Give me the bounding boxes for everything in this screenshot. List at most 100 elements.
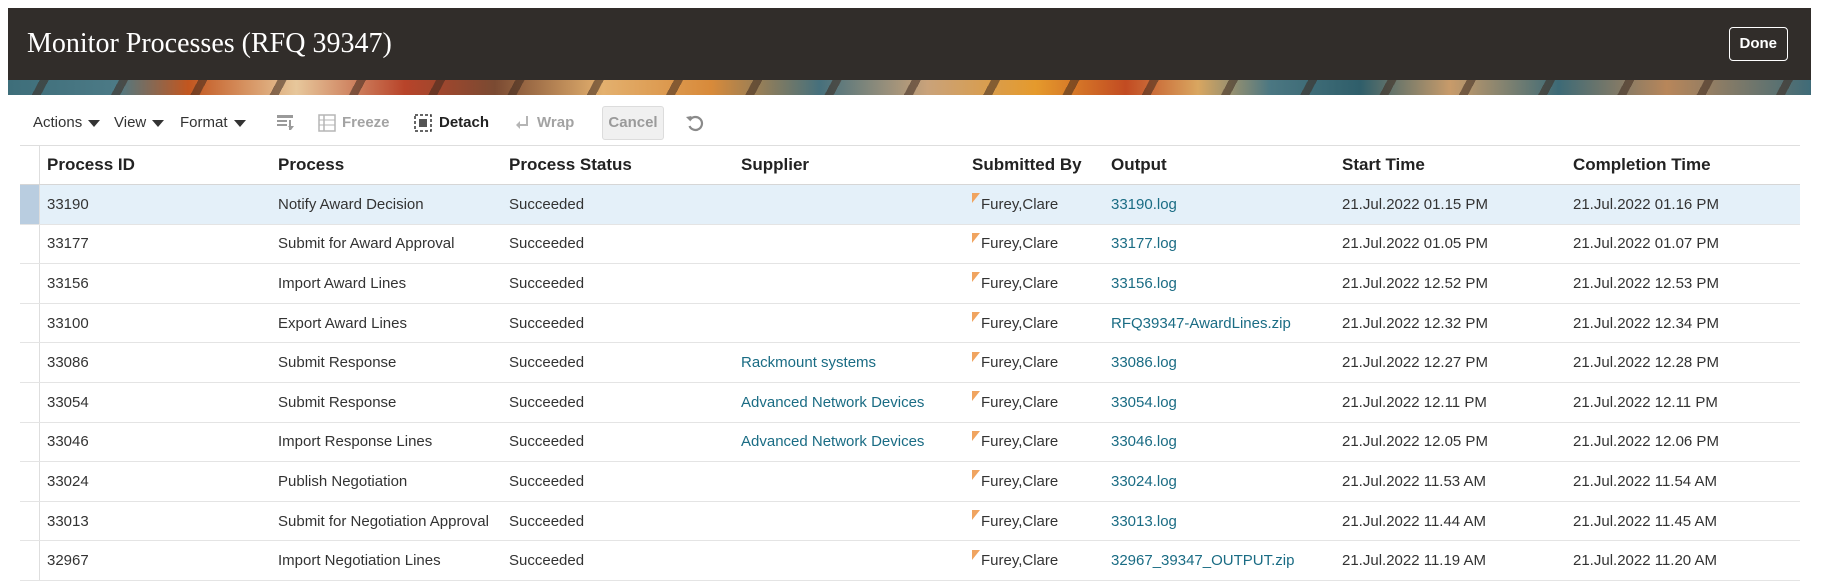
row-selector[interactable] <box>20 423 39 462</box>
detach-button[interactable]: Detach <box>413 105 489 141</box>
table-row[interactable]: 33013 Submit for Negotiation Approval Succ… <box>20 501 1800 542</box>
process-name-cell: Submit Response <box>278 354 397 372</box>
table-row[interactable]: 33190 Notify Award Decision Succeeded Furey… <box>20 185 1800 225</box>
table-row[interactable]: 32967 Import Negotiation Lines Succeeded Fu… <box>20 541 1800 581</box>
column-header-output[interactable]: Output <box>1111 146 1167 184</box>
freeze-button[interactable]: Freeze <box>318 105 390 141</box>
start-time-cell: 21.Jul.2022 01.05 PM <box>1342 235 1488 253</box>
process-id-cell: 33190 <box>47 195 89 213</box>
columns-button[interactable] <box>276 105 304 141</box>
column-header-process[interactable]: Process <box>278 146 344 184</box>
process-name-cell: Submit Response <box>278 393 397 411</box>
table-row[interactable]: 33100 Export Award Lines Succeeded Furey,Cl… <box>20 303 1800 344</box>
row-selector[interactable] <box>20 541 39 580</box>
done-button[interactable]: Done <box>1728 27 1788 61</box>
start-time-cell: 21.Jul.2022 01.15 PM <box>1342 195 1488 213</box>
submitted-by-cell: Furey,Clare <box>972 423 1058 462</box>
submitted-by-name: Furey,Clare <box>981 195 1059 213</box>
submitted-by-name: Furey,Clare <box>981 354 1059 372</box>
process-table: Process ID Process Process Status Suppli… <box>20 145 1800 581</box>
output-link[interactable]: 33013.log <box>1111 502 1177 541</box>
row-gutter <box>39 224 40 264</box>
supplier-link[interactable]: Rackmount systems <box>741 343 876 382</box>
output-link[interactable]: 32967_39347_OUTPUT.zip <box>1111 541 1294 580</box>
flag-icon <box>972 470 980 481</box>
supplier-link[interactable]: Advanced Network Devices <box>741 423 924 462</box>
start-time-cell: 21.Jul.2022 12.11 PM <box>1342 393 1487 411</box>
row-gutter <box>39 185 40 224</box>
table-toolbar: Actions View Format Freeze Detach Wrap C… <box>20 105 1800 141</box>
process-id-cell: 33156 <box>47 274 89 292</box>
column-header-process-id[interactable]: Process ID <box>47 146 135 184</box>
row-gutter <box>39 382 40 422</box>
process-name-cell: Import Negotiation Lines <box>278 552 441 570</box>
process-name-cell: Import Award Lines <box>278 274 407 292</box>
page-header: Monitor Processes (RFQ 39347) Done <box>8 8 1811 80</box>
completion-time-cell: 21.Jul.2022 01.07 PM <box>1573 235 1719 253</box>
start-time-cell: 21.Jul.2022 11.19 AM <box>1342 552 1486 570</box>
output-link[interactable]: 33156.log <box>1111 264 1177 303</box>
start-time-cell: 21.Jul.2022 12.32 PM <box>1342 314 1488 332</box>
format-menu[interactable]: Format <box>180 105 246 141</box>
row-selector[interactable] <box>20 383 39 422</box>
row-selector[interactable] <box>20 343 39 382</box>
chevron-down-icon <box>88 119 101 127</box>
flag-icon <box>972 391 980 402</box>
detach-label: Detach <box>439 114 490 131</box>
submitted-by-name: Furey,Clare <box>981 274 1059 292</box>
process-status-cell: Succeeded <box>509 354 585 372</box>
process-status-cell: Succeeded <box>509 314 585 332</box>
supplier-link[interactable]: Advanced Network Devices <box>741 383 924 422</box>
column-header-supplier[interactable]: Supplier <box>741 146 809 184</box>
row-selector[interactable] <box>20 462 39 501</box>
output-link[interactable]: 33086.log <box>1111 343 1177 382</box>
submitted-by-name: Furey,Clare <box>981 433 1059 451</box>
wrap-button[interactable]: Wrap <box>513 105 574 141</box>
detach-icon <box>414 114 432 132</box>
process-id-cell: 33054 <box>47 393 89 411</box>
wrap-icon <box>516 116 528 130</box>
table-row[interactable]: 33054 Submit Response Succeeded Advanced Ne… <box>20 382 1800 423</box>
process-name-cell: Import Response Lines <box>278 433 433 451</box>
output-link[interactable]: 33190.log <box>1111 185 1177 224</box>
table-header-row: Process ID Process Process Status Suppli… <box>20 146 1800 185</box>
actions-menu[interactable]: Actions <box>33 105 101 141</box>
table-row[interactable]: 33156 Import Award Lines Succeeded Furey,Cl… <box>20 264 1800 304</box>
table-row[interactable]: 33046 Import Response Lines Succeeded Advan… <box>20 422 1800 463</box>
column-header-completion-time[interactable]: Completion Time <box>1573 146 1711 184</box>
table-row[interactable]: 33086 Submit Response Succeeded Rackmount s… <box>20 343 1800 383</box>
submitted-by-cell: Furey,Clare <box>972 541 1058 580</box>
start-time-cell: 21.Jul.2022 12.05 PM <box>1342 433 1488 451</box>
output-link[interactable]: 33054.log <box>1111 383 1177 422</box>
submitted-by-name: Furey,Clare <box>981 235 1059 253</box>
row-selector[interactable] <box>20 185 39 224</box>
refresh-button[interactable] <box>684 105 706 141</box>
process-name-cell: Submit for Negotiation Approval <box>278 512 489 530</box>
row-selector[interactable] <box>20 502 39 541</box>
cancel-button[interactable]: Cancel <box>602 106 664 140</box>
flag-icon <box>972 351 980 362</box>
process-id-cell: 33100 <box>47 314 89 332</box>
output-link[interactable]: 33177.log <box>1111 225 1177 264</box>
column-header-submitted-by[interactable]: Submitted By <box>972 146 1082 184</box>
column-header-process-status[interactable]: Process Status <box>509 146 632 184</box>
row-gutter <box>39 462 40 501</box>
table-row[interactable]: 33177 Submit for Award Approval Succeeded F… <box>20 224 1800 265</box>
output-link[interactable]: 33046.log <box>1111 423 1177 462</box>
view-menu[interactable]: View <box>114 105 165 141</box>
flag-icon <box>972 312 980 323</box>
completion-time-cell: 21.Jul.2022 12.53 PM <box>1573 274 1719 292</box>
table-row[interactable]: 33024 Publish Negotiation Succeeded Furey,C… <box>20 462 1800 502</box>
column-header-start-time[interactable]: Start Time <box>1342 146 1425 184</box>
output-link[interactable]: RFQ39347-AwardLines.zip <box>1111 304 1291 343</box>
row-gutter <box>39 264 40 303</box>
flag-icon <box>972 549 980 560</box>
output-link[interactable]: 33024.log <box>1111 462 1177 501</box>
process-id-cell: 33024 <box>47 472 89 490</box>
submitted-by-cell: Furey,Clare <box>972 185 1058 224</box>
row-selector[interactable] <box>20 304 39 343</box>
submitted-by-cell: Furey,Clare <box>972 304 1058 343</box>
row-selector[interactable] <box>20 264 39 303</box>
process-id-cell: 33177 <box>47 235 89 253</box>
row-selector[interactable] <box>20 225 39 264</box>
